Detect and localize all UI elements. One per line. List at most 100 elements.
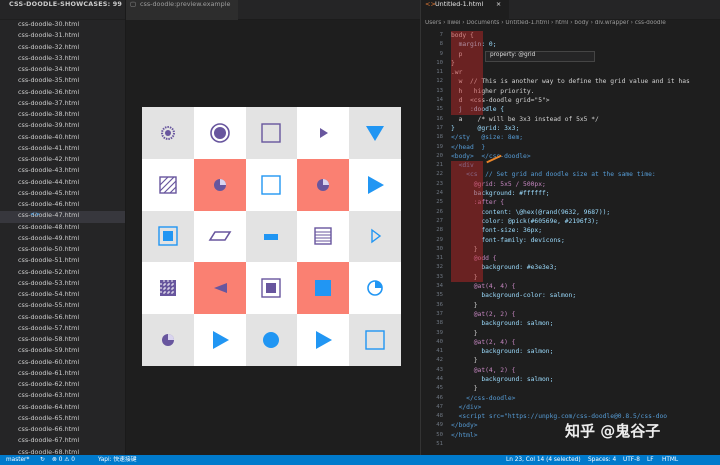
code-line[interactable]: @grid: 5x5 / 500px; [451,180,716,189]
code-line[interactable]: d <css-doodle grid="5"> [451,96,716,105]
tab-untitled[interactable]: <> Untitled-1.html × [421,0,510,20]
line-number: 11 [436,69,443,76]
file-item[interactable]: css-doodle-61.html [0,369,125,380]
code-line[interactable]: <div [451,161,716,170]
file-item[interactable]: css-doodle-45.html [0,189,125,200]
file-item[interactable]: css-doodle-53.html [0,279,125,290]
code-lines[interactable]: body { margin: 0; p} .wr w // This is ano… [451,31,716,449]
file-item[interactable]: css-doodle-67.html [0,436,125,447]
file-item[interactable]: css-doodle-41.html [0,144,125,155]
code-line[interactable]: @at(2, 2) { [451,310,716,319]
problems-count[interactable]: ⊗ 0 ⚠ 0 [52,455,75,465]
file-item[interactable]: css-doodle-58.html [0,335,125,346]
file-item[interactable]: css-doodle-51.html [0,256,125,267]
code-line[interactable]: background: #e3e3e3; [451,263,716,272]
file-item[interactable]: css-doodle-62.html [0,380,125,391]
code-line[interactable]: background: salmon; [451,375,716,384]
line-number: 26 [436,208,443,215]
close-icon[interactable]: × [496,0,501,8]
code-line[interactable]: } @grid: 3x3; [451,124,716,133]
file-item[interactable]: css-doodle-36.html [0,88,125,99]
file-item[interactable]: css-doodle-52.html [0,268,125,279]
code-line[interactable]: a /* will be 3x3 instead of 5x5 */ [451,115,716,124]
file-encoding[interactable]: UTF-8 [623,455,640,465]
code-line[interactable]: @at(2, 4) { [451,338,716,347]
file-item[interactable]: css-doodle-48.html [0,223,125,234]
language-mode[interactable]: HTML [662,455,678,465]
code-line[interactable]: background: salmon; [451,319,716,328]
code-line[interactable]: content: \@hex(@rand(9632, 9687)); [451,208,716,217]
code-line[interactable]: </css-doodle> [451,394,716,403]
code-line[interactable]: :after { [451,198,716,207]
code-line[interactable]: </head } [451,143,716,152]
code-line[interactable]: <cs // Set grid and doodle size at the s… [451,170,716,179]
git-branch[interactable]: master* [6,455,29,465]
code-line[interactable]: @odd { [451,254,716,263]
code-line[interactable]: h higher priority. [451,87,716,96]
code-line[interactable]: margin: 0; [451,40,716,49]
line-number: 37 [436,310,443,317]
file-item[interactable]: css-doodle-49.html [0,234,125,245]
code-line[interactable]: } [451,245,716,254]
file-item[interactable]: css-doodle-56.html [0,313,125,324]
file-item[interactable]: css-doodle-37.html [0,99,125,110]
file-item[interactable]: css-doodle-33.html [0,54,125,65]
file-item-label: css-doodle-54.html [18,290,80,298]
cursor-position[interactable]: Ln 23, Col 14 (4 selected) [506,455,581,465]
code-line[interactable]: j :doodle { [451,105,716,114]
file-item[interactable]: css-doodle-31.html [0,31,125,42]
code-line[interactable]: } [451,384,716,393]
file-item[interactable]: css-doodle-54.html [0,290,125,301]
code-line[interactable]: font-family: devicons; [451,236,716,245]
file-item[interactable]: css-doodle-57.html [0,324,125,335]
file-item[interactable]: css-doodle-44.html [0,178,125,189]
file-item[interactable]: css-doodle-35.html [0,76,125,87]
file-item[interactable]: css-doodle-39.html [0,121,125,132]
code-line[interactable]: } [451,301,716,310]
code-line[interactable] [451,440,716,449]
file-item[interactable]: css-doodle-40.html [0,133,125,144]
file-item[interactable]: css-doodle-60.html [0,358,125,369]
code-line[interactable]: background-color: salmon; [451,291,716,300]
file-item[interactable]: css-doodle-43.html [0,166,125,177]
file-item[interactable]: css-doodle-63.html [0,391,125,402]
tab-preview[interactable]: ▢ css-doodle:preview.example [126,0,239,20]
file-item[interactable]: css-doodle-66.html [0,425,125,436]
file-item[interactable]: css-doodle-64.html [0,403,125,414]
code-line[interactable]: @at(4, 4) { [451,282,716,291]
indent-spaces[interactable]: Spaces: 4 [588,455,616,465]
file-item[interactable]: css-doodle-68.html [0,448,125,456]
file-item[interactable]: css-doodle-65.html [0,414,125,425]
code-line[interactable]: } [451,273,716,282]
code-line[interactable]: w // This is another way to define the g… [451,77,716,86]
yapi-status[interactable]: Yapi: 快速接键 [98,455,137,465]
code-line[interactable]: font-size: 36px; [451,226,716,235]
file-item[interactable]: css-doodle-59.html [0,346,125,357]
line-number: 45 [436,385,443,392]
file-item[interactable]: css-doodle-46.html [0,200,125,211]
code-line[interactable]: body { [451,31,716,40]
sync-icon[interactable]: ↻ [40,455,45,465]
file-item[interactable]: css-doodle-42.html [0,155,125,166]
checker-square-icon [159,280,176,297]
line-number: 40 [436,338,443,345]
code-line[interactable]: @at(4, 2) { [451,366,716,375]
code-line[interactable]: } [451,329,716,338]
code-line[interactable]: background: salmon; [451,347,716,356]
file-item[interactable]: css-doodle-34.html [0,65,125,76]
file-item[interactable]: css-doodle-38.html [0,110,125,121]
file-item[interactable]: css-doodle-30.html [0,20,125,31]
file-item[interactable]: css-doodle-47.html <> [0,211,125,223]
doodle-cell [297,158,350,211]
code-line[interactable]: color: @pick(#60569e, #2196f3); [451,217,716,226]
file-item[interactable]: css-doodle-32.html [0,43,125,54]
line-endings[interactable]: LF [647,455,654,465]
code-line[interactable]: } [451,356,716,365]
file-item[interactable]: css-doodle-50.html [0,245,125,256]
breadcrumb[interactable]: Users › liwei › Documents › Untitled-1.h… [421,20,720,30]
code-line[interactable]: .wr [451,68,716,77]
code-line[interactable]: background: #ffffff; [451,189,716,198]
code-line[interactable]: </div> [451,403,716,412]
code-line[interactable]: </sty @size: 8em; [451,133,716,142]
file-item[interactable]: css-doodle-55.html [0,301,125,312]
